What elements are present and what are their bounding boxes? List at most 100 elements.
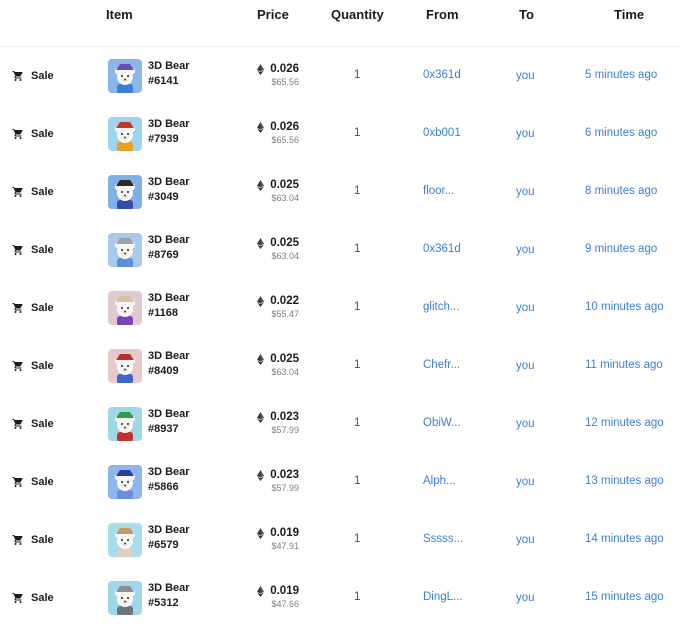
token-number[interactable]: #8409: [148, 364, 190, 379]
from-address-link[interactable]: ObiW...: [423, 417, 461, 429]
nft-name[interactable]: 3D Bear #8769: [148, 233, 190, 263]
to-address-link[interactable]: you: [516, 534, 535, 546]
to-address-link[interactable]: you: [516, 476, 535, 488]
nft-thumbnail[interactable]: [108, 349, 142, 383]
table-row[interactable]: Sale 3D Bear #3049 0.025 $63.04 1 floor... you 8…: [0, 163, 680, 221]
from-address-link[interactable]: glitch...: [423, 301, 459, 313]
to-address-link[interactable]: you: [516, 360, 535, 372]
to-address-link[interactable]: you: [516, 70, 535, 82]
table-row[interactable]: Sale 3D Bear #6141 0.026 $65.56 1 0x361d you 5 m…: [0, 47, 680, 105]
token-number[interactable]: #7939: [148, 132, 190, 147]
price-usd: $57.99: [271, 483, 299, 493]
timestamp-link[interactable]: 13 minutes ago: [585, 475, 671, 487]
token-number[interactable]: #5866: [148, 480, 190, 495]
price-cell: 0.023 $57.99: [257, 410, 299, 437]
nft-thumbnail[interactable]: [108, 233, 142, 267]
nft-name[interactable]: 3D Bear #8409: [148, 349, 190, 379]
table-row[interactable]: Sale 3D Bear #8937 0.023 $57.99 1 ObiW... you 12…: [0, 395, 680, 453]
price-cell: 0.025 $63.04: [257, 352, 299, 379]
nft-thumbnail[interactable]: [108, 59, 142, 93]
ethereum-icon: [257, 411, 265, 423]
token-number[interactable]: #1168: [148, 306, 190, 321]
table-row[interactable]: Sale 3D Bear #6579 0.019 $47.91 1 Sssss... you 1…: [0, 511, 680, 569]
event-label: Sale: [31, 360, 54, 372]
price-eth-value: 0.023: [270, 469, 299, 481]
nft-name[interactable]: 3D Bear #1168: [148, 291, 190, 321]
nft-name[interactable]: 3D Bear #6141: [148, 59, 190, 89]
nft-thumbnail[interactable]: [108, 175, 142, 209]
token-number[interactable]: #6579: [148, 538, 190, 553]
price-eth-value: 0.023: [270, 411, 299, 423]
to-address-link[interactable]: you: [516, 244, 535, 256]
quantity: 1: [354, 127, 361, 139]
from-address-link[interactable]: floor...: [423, 185, 454, 197]
token-number[interactable]: #8937: [148, 422, 190, 437]
nft-thumbnail[interactable]: [108, 291, 142, 325]
nft-thumbnail[interactable]: [108, 581, 142, 615]
to-address-link[interactable]: you: [516, 418, 535, 430]
price-eth-value: 0.022: [270, 295, 299, 307]
price-eth-value: 0.025: [270, 179, 299, 191]
nft-name[interactable]: 3D Bear #5312: [148, 581, 190, 611]
event-type: Sale: [12, 416, 54, 432]
to-address-link[interactable]: you: [516, 186, 535, 198]
to-address-link[interactable]: you: [516, 128, 535, 140]
collection-name[interactable]: 3D Bear: [148, 581, 190, 596]
table-row[interactable]: Sale 3D Bear #5312 0.019 $47.66 1 DingL... you 1…: [0, 569, 680, 627]
collection-name[interactable]: 3D Bear: [148, 407, 190, 422]
token-number[interactable]: #3049: [148, 190, 190, 205]
table-row[interactable]: Sale 3D Bear #8409 0.025 $63.04 1 Chefr... you 1…: [0, 337, 680, 395]
collection-name[interactable]: 3D Bear: [148, 117, 190, 132]
token-number[interactable]: #8769: [148, 248, 190, 263]
table-row[interactable]: Sale 3D Bear #5866 0.023 $57.99 1 Alph... you 13…: [0, 453, 680, 511]
nft-name[interactable]: 3D Bear #7939: [148, 117, 190, 147]
from-address-link[interactable]: 0x361d: [423, 243, 461, 255]
nft-thumbnail[interactable]: [108, 465, 142, 499]
price-eth: 0.019: [257, 584, 299, 598]
collection-name[interactable]: 3D Bear: [148, 233, 190, 248]
from-address-link[interactable]: 0x361d: [423, 69, 461, 81]
ethereum-icon: [257, 237, 265, 249]
collection-name[interactable]: 3D Bear: [148, 523, 190, 538]
column-header-price: Price: [257, 7, 289, 22]
token-number[interactable]: #5312: [148, 596, 190, 611]
token-number[interactable]: #6141: [148, 74, 190, 89]
timestamp-link[interactable]: 11 minutes ago: [585, 359, 671, 371]
table-row[interactable]: Sale 3D Bear #1168 0.022 $55.47 1 glitch... you…: [0, 279, 680, 337]
timestamp-link[interactable]: 10 minutes ago: [585, 301, 671, 313]
nft-name[interactable]: 3D Bear #3049: [148, 175, 190, 205]
nft-name[interactable]: 3D Bear #8937: [148, 407, 190, 437]
price-eth-value: 0.026: [270, 121, 299, 133]
timestamp-link[interactable]: 15 minutes ago: [585, 591, 671, 603]
collection-name[interactable]: 3D Bear: [148, 175, 190, 190]
from-address-link[interactable]: Alph...: [423, 475, 456, 487]
collection-name[interactable]: 3D Bear: [148, 59, 190, 74]
nft-thumbnail[interactable]: [108, 407, 142, 441]
cart-icon: [12, 593, 23, 603]
collection-name[interactable]: 3D Bear: [148, 465, 190, 480]
timestamp-link[interactable]: 8 minutes ago: [585, 185, 671, 197]
to-address-link[interactable]: you: [516, 302, 535, 314]
timestamp-link[interactable]: 5 minutes ago: [585, 69, 671, 81]
ethereum-icon: [257, 121, 265, 133]
event-type: Sale: [12, 184, 54, 200]
from-address-link[interactable]: Chefr...: [423, 359, 460, 371]
quantity: 1: [354, 69, 361, 81]
timestamp-link[interactable]: 6 minutes ago: [585, 127, 671, 139]
timestamp-link[interactable]: 9 minutes ago: [585, 243, 671, 255]
collection-name[interactable]: 3D Bear: [148, 349, 190, 364]
nft-name[interactable]: 3D Bear #6579: [148, 523, 190, 553]
to-address-link[interactable]: you: [516, 592, 535, 604]
nft-thumbnail[interactable]: [108, 523, 142, 557]
collection-name[interactable]: 3D Bear: [148, 291, 190, 306]
timestamp-link[interactable]: 14 minutes ago: [585, 533, 671, 545]
quantity: 1: [354, 359, 361, 371]
from-address-link[interactable]: DingL...: [423, 591, 463, 603]
table-row[interactable]: Sale 3D Bear #8769 0.025 $63.04 1 0x361d you 9 m…: [0, 221, 680, 279]
nft-name[interactable]: 3D Bear #5866: [148, 465, 190, 495]
timestamp-link[interactable]: 12 minutes ago: [585, 417, 671, 429]
table-row[interactable]: Sale 3D Bear #7939 0.026 $65.56 1 0xb001 you 6 m…: [0, 105, 680, 163]
from-address-link[interactable]: Sssss...: [423, 533, 463, 545]
nft-thumbnail[interactable]: [108, 117, 142, 151]
from-address-link[interactable]: 0xb001: [423, 127, 461, 139]
